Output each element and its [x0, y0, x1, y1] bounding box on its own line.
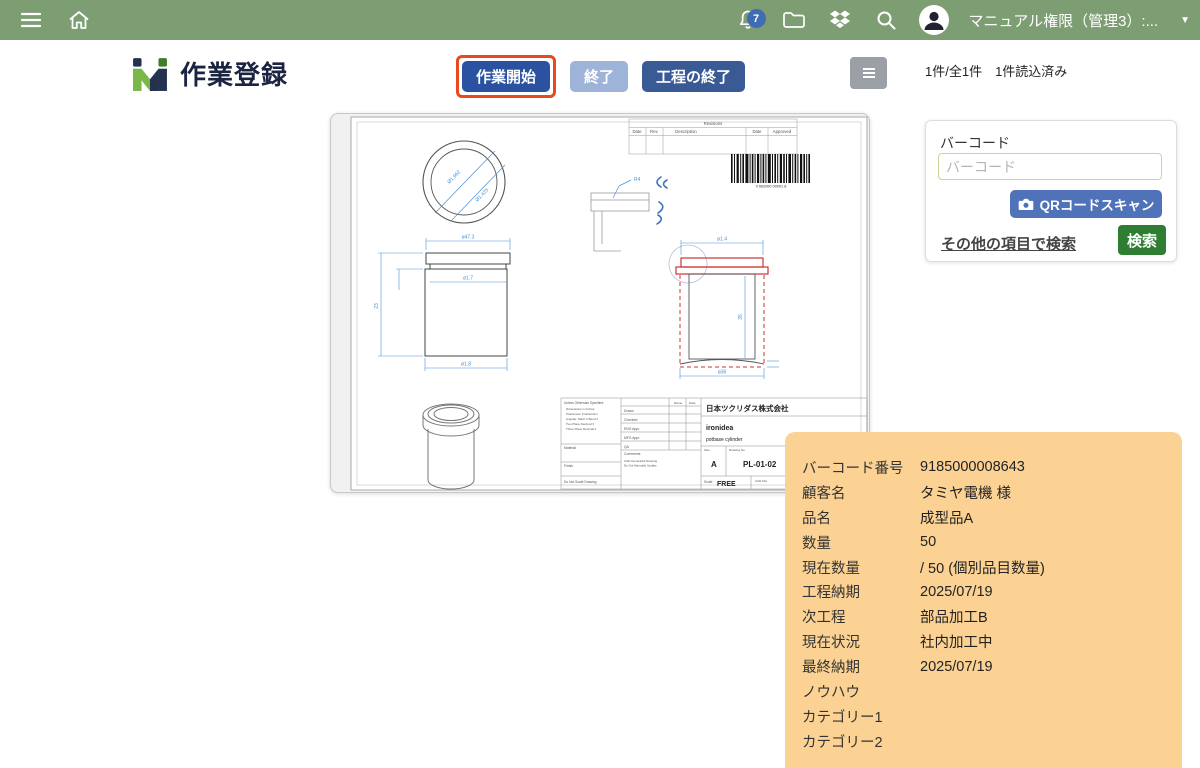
dim-red-bottom: ø36: [718, 370, 727, 376]
barcode-label: バーコード: [940, 133, 1010, 153]
tb-finish: Finish: [564, 464, 573, 468]
tb-qa: QA: [624, 445, 630, 449]
user-avatar[interactable]: [919, 5, 949, 35]
tb-dwg-label: Drawing No.: [729, 448, 746, 452]
detail-row-current-status: 現在状況社内加工中: [802, 629, 1182, 654]
tb-cadnote2: Do Not Manually Update: [624, 464, 657, 468]
tb-name: Name: [674, 401, 683, 405]
tb-eng: ENG Appr.: [624, 427, 640, 431]
tb-tol2: Dimensions in Inches: [566, 407, 595, 411]
tb-tol5: Two Place Decimal ±: [566, 422, 594, 426]
tb-product: ironidea: [706, 425, 733, 432]
revision-col-date1: Date: [632, 129, 642, 134]
home-icon[interactable]: [66, 7, 92, 33]
tb-size-value: A: [711, 460, 717, 469]
end-button[interactable]: 終了: [570, 61, 628, 92]
tb-tol4: Angular: Mach ± Bend ±: [566, 417, 598, 421]
tb-drawn: Drawn: [624, 409, 634, 413]
revision-col-approved: Approved: [773, 129, 792, 134]
notifications-bell-icon[interactable]: 7: [735, 7, 761, 33]
top-navigation-bar: 7 マニュアル権限（管理3）:... ▼: [0, 0, 1200, 40]
drawing-barcode-digits: 0 662000 00001 8: [756, 185, 787, 189]
tb-mfg: MFG Appr.: [624, 436, 640, 440]
detail-row-category2: カテゴリー2: [802, 729, 1182, 754]
dim-bottom-width: ø1.8: [461, 362, 471, 368]
list-menu-button[interactable]: [850, 57, 887, 89]
tb-date: Date: [689, 401, 696, 405]
tb-description: potbase cylinder: [706, 437, 743, 443]
list-icon: [861, 66, 877, 80]
tb-material: Material: [564, 446, 576, 450]
tb-scale-label: Scale: [704, 480, 713, 484]
search-icon[interactable]: [873, 7, 899, 33]
dim-inner-width: ø1.7: [463, 276, 473, 282]
detail-row-current-quantity: 現在数量/ 50 (個別品目数量): [802, 555, 1182, 580]
tb-scale-value: FREE: [717, 481, 736, 488]
start-button-highlight: 作業開始: [456, 55, 556, 98]
dim-red-height: 35: [738, 314, 744, 320]
dropbox-icon[interactable]: [827, 7, 853, 33]
detail-row-final-due: 最終納期2025/07/19: [802, 654, 1182, 679]
tb-tol1: Unless Otherwise Specified:: [564, 401, 604, 405]
dim-height: 23: [374, 303, 380, 309]
detail-row-process-due: 工程納期2025/07/19: [802, 579, 1182, 604]
search-button[interactable]: 検索: [1118, 225, 1166, 255]
qr-scan-label: QRコードスキャン: [1040, 194, 1155, 214]
tb-tol6: Three Place Decimal ±: [566, 427, 597, 431]
user-menu-caret-icon[interactable]: ▼: [1178, 15, 1190, 26]
other-search-link[interactable]: その他の項目で検索: [941, 233, 1076, 254]
record-count-status: 1件/全1件 1件読込済み: [925, 61, 1067, 80]
barcode-input[interactable]: [938, 153, 1162, 180]
dim-top-width: ø47.3: [462, 235, 475, 241]
action-button-row: 作業開始 終了 工程の終了: [456, 55, 745, 98]
revision-col-rev: Rev: [650, 129, 658, 134]
start-work-button[interactable]: 作業開始: [462, 61, 550, 92]
barcode-search-panel: バーコード QRコードスキャン その他の項目で検索 検索: [925, 120, 1177, 262]
revision-col-date2: Date: [752, 129, 762, 134]
dim-radius: R4: [634, 177, 641, 183]
tb-comments: Comments: [624, 452, 641, 456]
tb-cadfile-label: CAD File: [755, 479, 767, 483]
tb-drawing-no: PL-01-02: [743, 460, 777, 469]
detail-row-knowhow: ノウハウ: [802, 679, 1182, 704]
folder-icon[interactable]: [781, 7, 807, 33]
revision-title: Revisions: [704, 121, 723, 126]
detail-row-next-process: 次工程部品加工B: [802, 604, 1182, 629]
item-details-panel: バーコード番号9185000008643 顧客名タミヤ電機 様 品名成型品A 数…: [785, 432, 1182, 768]
user-role-label[interactable]: マニュアル権限（管理3）:...: [969, 10, 1159, 31]
detail-row-category1: カテゴリー1: [802, 704, 1182, 729]
page-title: 作業登録: [180, 55, 288, 92]
app-logo: 作業登録: [130, 55, 288, 92]
revision-col-desc: Description: [675, 129, 697, 134]
detail-row-product-name: 品名成型品A: [802, 505, 1182, 530]
work-registration-page: 7 マニュアル権限（管理3）:... ▼: [0, 0, 1200, 768]
logo-mark-icon: [130, 56, 170, 92]
notification-count-badge: 7: [747, 9, 766, 28]
tb-checked: Checked: [624, 418, 637, 422]
dim-red-top: ø1.4: [717, 237, 727, 243]
camera-icon: [1018, 197, 1034, 211]
detail-row-quantity: 数量50: [802, 530, 1182, 555]
detail-row-customer: 顧客名タミヤ電機 様: [802, 480, 1182, 505]
hamburger-menu-icon[interactable]: [18, 7, 44, 33]
tb-tol3: Tolerances: Fractional ±: [566, 412, 598, 416]
qr-scan-button[interactable]: QRコードスキャン: [1010, 190, 1162, 218]
tb-note: Do Not Scale Drawing: [564, 480, 597, 484]
detail-row-barcode-number: バーコード番号9185000008643: [802, 455, 1182, 480]
tb-size-label: Size: [704, 448, 710, 452]
tb-cadnote1: CAD Generated Drawing: [624, 459, 658, 463]
tb-company: 日本ツクリダス株式会社: [706, 403, 789, 413]
process-end-button[interactable]: 工程の終了: [642, 61, 745, 92]
